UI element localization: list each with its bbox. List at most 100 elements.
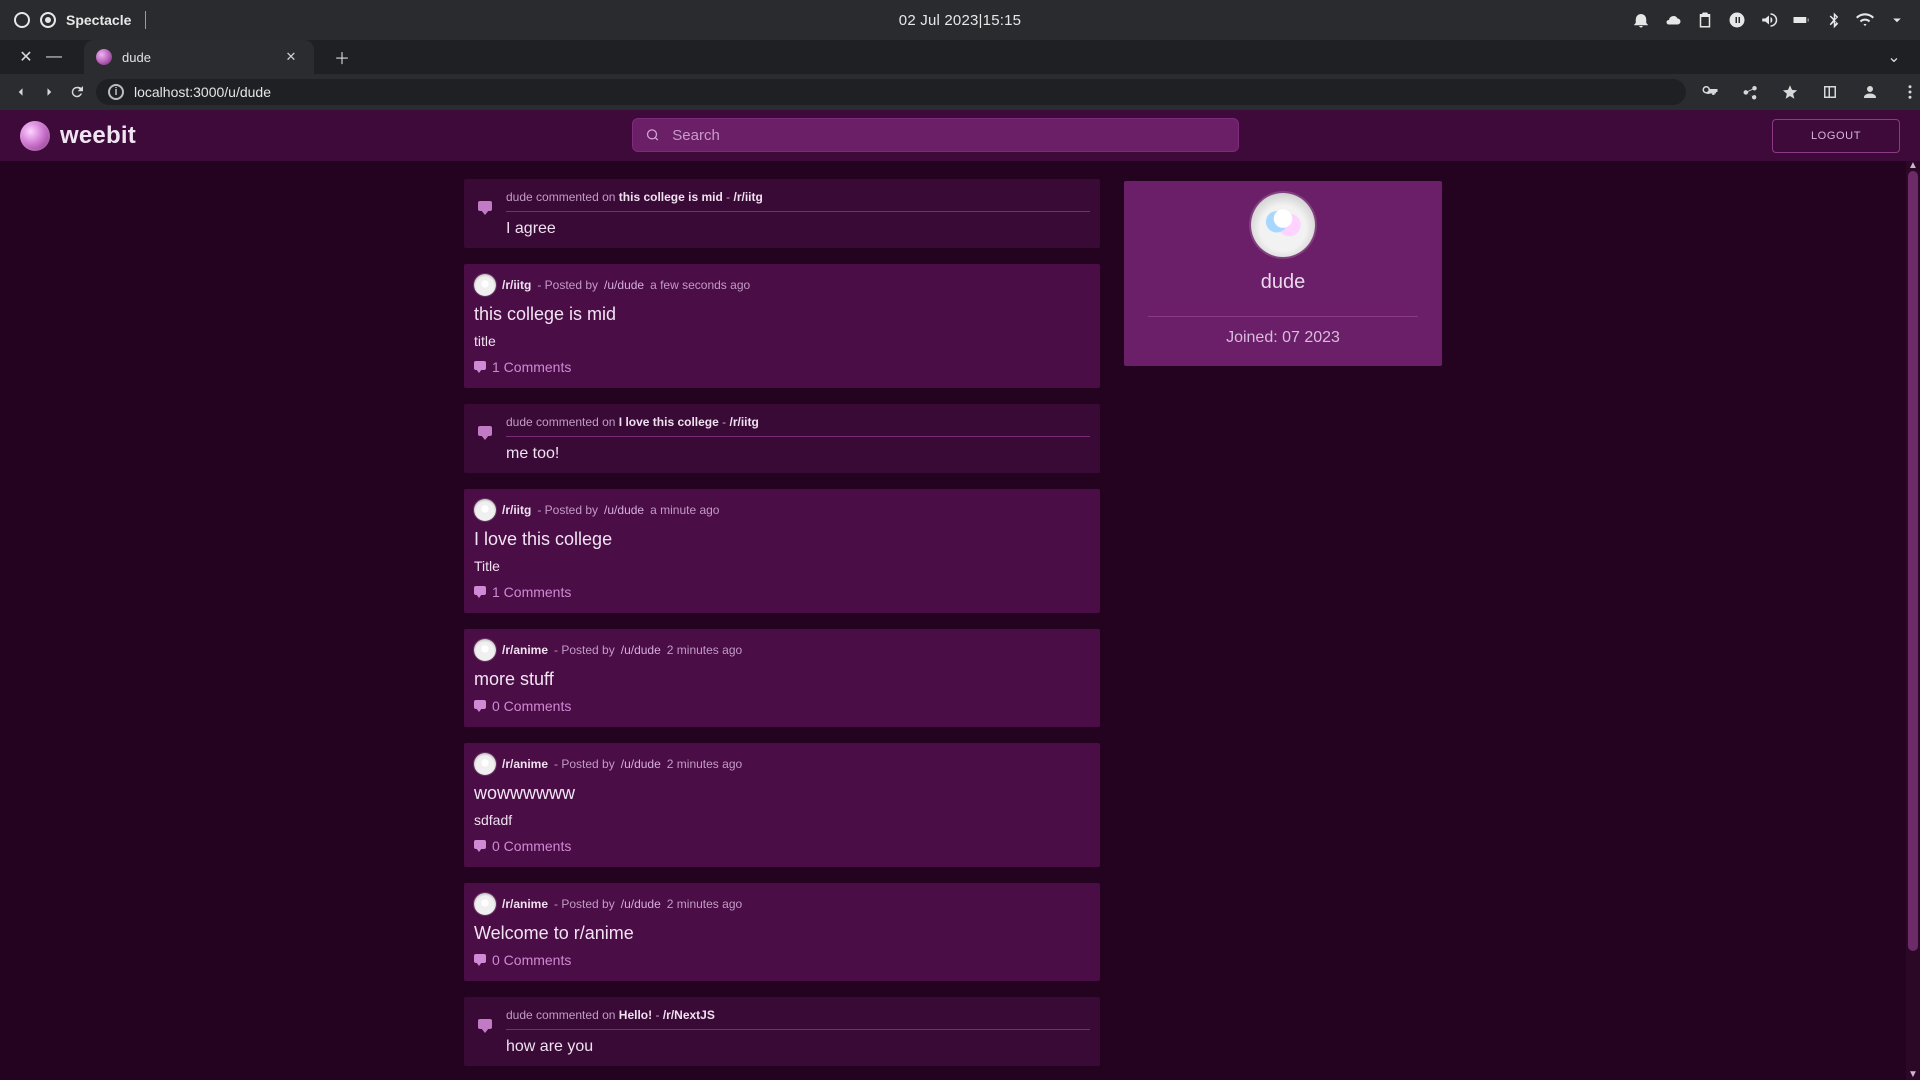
- system-tray: [1632, 11, 1906, 29]
- comment-subreddit[interactable]: /r/iitg: [734, 190, 763, 204]
- post-meta-separator: - Posted by: [537, 503, 599, 517]
- post-subreddit[interactable]: /r/anime: [502, 896, 548, 912]
- comment-meta: dude commented on Hello! - /r/NextJS: [506, 1007, 1090, 1023]
- media-pause-icon[interactable]: [1728, 11, 1746, 29]
- profile-avatar: [1251, 193, 1315, 257]
- bookmark-star-icon[interactable]: [1776, 78, 1804, 106]
- subreddit-avatar: [474, 499, 496, 521]
- feed-item-comment[interactable]: dude commented on I love this college - …: [464, 404, 1100, 473]
- post-title[interactable]: Welcome to r/anime: [474, 923, 1090, 944]
- post-meta-separator: - Posted by: [554, 643, 615, 657]
- profile-joined: Joined: 07 2023: [1226, 329, 1340, 346]
- comment-verb: commented on: [536, 415, 616, 429]
- post-subreddit[interactable]: /r/iitg: [502, 502, 531, 518]
- system-status-dot-icon: [14, 12, 30, 28]
- feed-item-post[interactable]: /r/iitg - Posted by /u/dude a few second…: [464, 264, 1100, 388]
- comment-subreddit[interactable]: /r/NextJS: [663, 1008, 715, 1022]
- comment-icon: [478, 1019, 492, 1033]
- comment-body: dude commented on I love this college - …: [506, 414, 1090, 463]
- chevron-down-icon[interactable]: [1888, 11, 1906, 29]
- site-info-icon[interactable]: i: [108, 84, 124, 100]
- post-comments-link[interactable]: 1 Comments: [474, 359, 571, 375]
- close-tab-icon[interactable]: ✕: [280, 46, 302, 68]
- comments-icon: [474, 840, 486, 852]
- browser-tab[interactable]: dude ✕: [84, 40, 314, 74]
- comment-post-title[interactable]: this college is mid: [619, 190, 723, 204]
- tab-strip-menu-chevron-icon[interactable]: ⌄: [1880, 43, 1908, 71]
- post-comments-link[interactable]: 0 Comments: [474, 838, 571, 854]
- scroll-up-arrow-icon[interactable]: ▲: [1908, 161, 1918, 171]
- post-user[interactable]: /u/dude: [621, 756, 661, 772]
- profile-card: dude Joined: 07 2023: [1124, 181, 1442, 366]
- post-user[interactable]: /u/dude: [604, 502, 644, 518]
- post-time: 2 minutes ago: [666, 757, 743, 771]
- comment-body: dude commented on Hello! - /r/NextJS how…: [506, 1007, 1090, 1056]
- window-minimize-icon[interactable]: —: [40, 43, 68, 71]
- search-input[interactable]: [670, 125, 1226, 145]
- share-icon[interactable]: [1736, 78, 1764, 106]
- comment-author[interactable]: dude: [506, 190, 533, 204]
- key-icon[interactable]: [1696, 78, 1724, 106]
- feed-item-post[interactable]: /r/anime - Posted by /u/dude 2 minutes a…: [464, 629, 1100, 727]
- window-close-icon[interactable]: ✕: [12, 43, 40, 71]
- feed-item-post[interactable]: /r/iitg - Posted by /u/dude a minute ago…: [464, 489, 1100, 613]
- logout-button[interactable]: LOGOUT: [1772, 118, 1900, 153]
- wifi-icon[interactable]: [1856, 11, 1874, 29]
- page-scrollbar[interactable]: ▲ ▼: [1906, 161, 1920, 1080]
- feed-item-post[interactable]: /r/anime - Posted by /u/dude 2 minutes a…: [464, 743, 1100, 867]
- new-tab-button[interactable]: ＋: [328, 43, 356, 71]
- comment-verb: commented on: [536, 1008, 616, 1022]
- post-title[interactable]: more stuff: [474, 669, 1090, 690]
- post-comments-link[interactable]: 0 Comments: [474, 698, 571, 714]
- post-subreddit[interactable]: /r/anime: [502, 756, 548, 772]
- post-comments-link[interactable]: 0 Comments: [474, 952, 571, 968]
- scroll-down-arrow-icon[interactable]: ▼: [1908, 1070, 1918, 1080]
- post-subreddit[interactable]: /r/anime: [502, 642, 548, 658]
- feed-item-post[interactable]: /r/anime - Posted by /u/dude 2 minutes a…: [464, 883, 1100, 981]
- kebab-menu-icon[interactable]: [1896, 78, 1920, 106]
- activity-feed: dude commented on this college is mid - …: [464, 179, 1100, 1066]
- subreddit-avatar: [474, 753, 496, 775]
- app-header: weebit LOGOUT: [0, 110, 1920, 161]
- comment-separator: -: [655, 1008, 663, 1022]
- reload-icon[interactable]: [68, 78, 86, 106]
- comment-post-title[interactable]: Hello!: [619, 1008, 652, 1022]
- brand[interactable]: weebit: [20, 120, 136, 151]
- comment-subreddit[interactable]: /r/iitg: [730, 415, 759, 429]
- forward-icon[interactable]: [40, 78, 58, 106]
- back-icon[interactable]: [12, 78, 30, 106]
- weather-icon: [1664, 11, 1682, 29]
- feed-item-comment[interactable]: dude commented on this college is mid - …: [464, 179, 1100, 248]
- volume-icon[interactable]: [1760, 11, 1778, 29]
- bell-icon[interactable]: [1632, 11, 1650, 29]
- post-title[interactable]: this college is mid: [474, 304, 1090, 325]
- comment-post-title[interactable]: I love this college: [619, 415, 719, 429]
- post-user[interactable]: /u/dude: [621, 896, 661, 912]
- feed-item-comment[interactable]: dude commented on Hello! - /r/NextJS how…: [464, 997, 1100, 1066]
- profile-divider: [1148, 316, 1418, 317]
- comment-author[interactable]: dude: [506, 1008, 533, 1022]
- post-time: 2 minutes ago: [666, 643, 743, 657]
- scroll-thumb[interactable]: [1908, 171, 1918, 951]
- comment-divider: [506, 211, 1090, 212]
- clipboard-icon[interactable]: [1696, 11, 1714, 29]
- post-meta-separator: - Posted by: [554, 757, 615, 771]
- url-field[interactable]: i localhost:3000/u/dude: [96, 79, 1686, 105]
- profile-icon[interactable]: [1856, 78, 1884, 106]
- browser-tab-bar: ✕ — dude ✕ ＋ ⌄: [0, 40, 1920, 74]
- comment-icon: [478, 426, 492, 440]
- search-bar[interactable]: [632, 118, 1239, 152]
- post-subreddit[interactable]: /r/iitg: [502, 277, 531, 293]
- comment-author[interactable]: dude: [506, 415, 533, 429]
- subreddit-avatar: [474, 639, 496, 661]
- side-panel-icon[interactable]: [1816, 78, 1844, 106]
- comment-icon: [478, 201, 492, 215]
- post-meta: /r/iitg - Posted by /u/dude a few second…: [474, 274, 1090, 296]
- comment-text: I agree: [506, 220, 556, 237]
- post-title[interactable]: I love this college: [474, 529, 1090, 550]
- bluetooth-icon[interactable]: [1824, 11, 1842, 29]
- post-user[interactable]: /u/dude: [621, 642, 661, 658]
- post-title[interactable]: wowwwwww: [474, 783, 1090, 804]
- post-comments-link[interactable]: 1 Comments: [474, 584, 571, 600]
- post-user[interactable]: /u/dude: [604, 277, 644, 293]
